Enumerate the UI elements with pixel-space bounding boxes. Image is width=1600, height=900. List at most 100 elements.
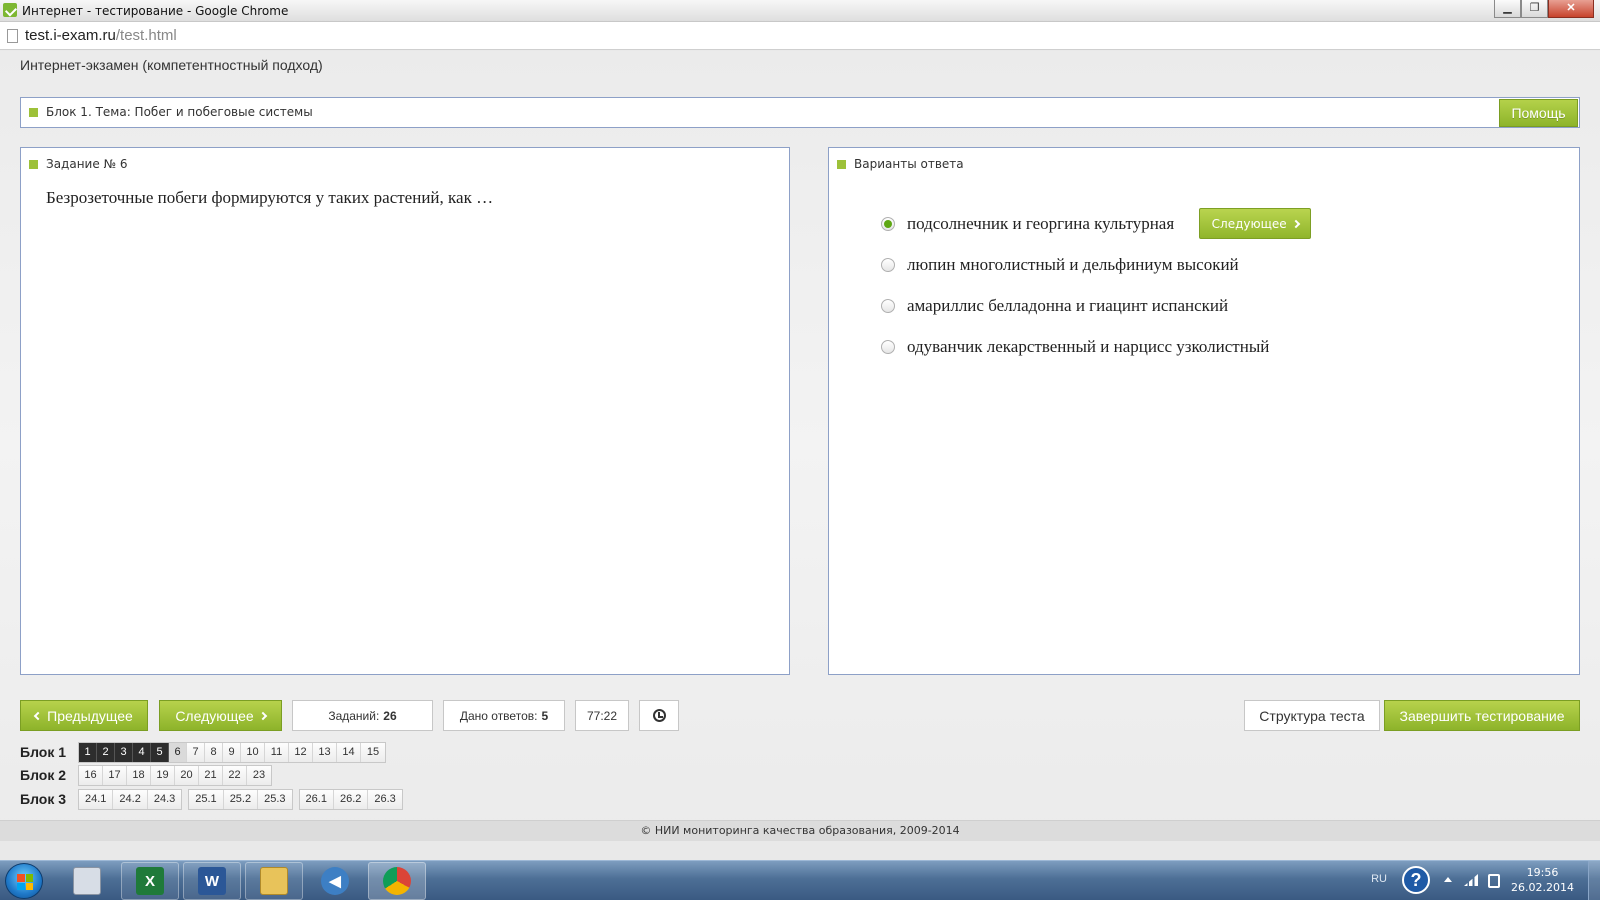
question-number[interactable]: 12 <box>289 742 313 762</box>
question-group: 16 17 18 19 20 21 22 23 <box>78 764 272 786</box>
question-number[interactable]: 14 <box>337 742 361 762</box>
next-inline-button[interactable]: Следующее <box>1199 208 1312 239</box>
taskbar-media[interactable]: ◀ <box>306 862 364 900</box>
block-topic: Блок 1. Тема: Побег и побеговые системы <box>29 105 313 119</box>
help-button[interactable]: Помощь <box>1499 99 1578 127</box>
url-path: /test.html <box>115 27 177 44</box>
answer-text[interactable]: одуванчик лекарственный и нарцисс узколи… <box>907 337 1269 357</box>
folder-icon <box>260 867 288 895</box>
url-host: test.i-exam.ru <box>25 27 116 44</box>
answer-radio[interactable] <box>881 339 895 354</box>
question-number[interactable]: 24.3 <box>147 789 182 809</box>
answer-text[interactable]: подсолнечник и георгина культурная <box>907 214 1174 234</box>
question-number[interactable]: 21 <box>199 765 223 785</box>
question-number[interactable]: 7 <box>187 742 205 762</box>
previous-button[interactable]: Предыдущее <box>20 700 148 731</box>
show-desktop-button[interactable] <box>1588 861 1600 900</box>
question-number[interactable]: 24.1 <box>79 789 114 809</box>
tasks-count-label: Заданий: <box>328 708 380 723</box>
question-number[interactable]: 25.2 <box>223 789 259 809</box>
answer-option[interactable]: подсолнечник и георгина культурная Следу… <box>881 203 1312 244</box>
network-signal-icon[interactable] <box>1464 874 1478 886</box>
answer-options: подсолнечник и георгина культурная Следу… <box>881 203 1312 367</box>
minimize-icon: ▁ <box>1503 2 1512 14</box>
taskbar: X W ◀ RU ? 19:56 26.02.2014 <box>0 860 1600 900</box>
timer: 77:22 <box>575 700 629 731</box>
question-number[interactable]: 8 <box>205 742 223 762</box>
answer-radio[interactable] <box>881 298 895 313</box>
tasks-count-value: 26 <box>383 708 397 723</box>
question-number[interactable]: 26.2 <box>333 789 369 809</box>
answer-option[interactable]: люпин многолистный и дельфиниум высокий <box>881 244 1311 285</box>
address-bar[interactable]: test.i-exam.ru/test.html <box>0 22 1600 50</box>
tray-date: 26.02.2014 <box>1511 881 1574 894</box>
answer-radio[interactable] <box>881 257 895 272</box>
question-number[interactable]: 13 <box>313 742 337 762</box>
taskbar-chrome[interactable] <box>368 862 426 900</box>
close-button[interactable]: ✕ <box>1548 0 1594 18</box>
answer-text[interactable]: амариллис белладонна и гиацинт испанский <box>907 296 1228 316</box>
language-indicator[interactable]: RU <box>1371 873 1387 885</box>
block-label: Блок 1 <box>20 744 67 760</box>
next-button[interactable]: Следующее <box>159 700 282 731</box>
window-title: Интернет - тестирование - Google Chrome <box>22 4 289 18</box>
help-tray-icon[interactable]: ? <box>1402 866 1430 894</box>
answer-radio-selected[interactable] <box>881 216 895 231</box>
page-icon <box>7 29 18 43</box>
question-number[interactable]: 23 <box>247 765 271 785</box>
minimize-button[interactable]: ▁ <box>1494 0 1521 18</box>
answers-header-label: Варианты ответа <box>854 157 964 171</box>
answered-count-value: 5 <box>541 708 549 723</box>
chevron-right-icon <box>1291 219 1300 228</box>
question-number[interactable]: 24.2 <box>113 789 148 809</box>
task-panel: Задание № 6 Безрозеточные побеги формиру… <box>20 147 790 675</box>
question-number[interactable]: 25.3 <box>258 789 292 809</box>
question-number[interactable]: 20 <box>175 765 199 785</box>
taskbar-word[interactable]: W <box>183 862 241 900</box>
question-number[interactable]: 26.1 <box>299 789 334 809</box>
question-number[interactable]: 10 <box>241 742 265 762</box>
bullet-square-icon <box>837 160 846 169</box>
question-number[interactable]: 5 <box>151 742 169 762</box>
block-label: Блок 3 <box>20 791 67 807</box>
timer-toggle-button[interactable] <box>639 700 679 731</box>
question-number[interactable]: 15 <box>361 742 385 762</box>
tray-clock[interactable]: 19:56 26.02.2014 <box>1511 865 1574 895</box>
taskbar-explorer[interactable] <box>245 862 303 900</box>
start-button[interactable] <box>5 863 43 899</box>
question-number[interactable]: 16 <box>79 765 103 785</box>
answer-option[interactable]: одуванчик лекарственный и нарцисс узколи… <box>881 326 1311 367</box>
question-number[interactable]: 1 <box>79 742 97 762</box>
question-number[interactable]: 17 <box>103 765 127 785</box>
windows-logo-icon <box>17 874 33 890</box>
question-number[interactable]: 25.1 <box>189 789 224 809</box>
power-icon[interactable] <box>1488 874 1500 888</box>
question-number[interactable]: 11 <box>265 742 289 762</box>
finish-test-button[interactable]: Завершить тестирование <box>1384 700 1580 731</box>
question-number[interactable]: 2 <box>97 742 115 762</box>
taskbar-excel[interactable]: X <box>121 862 179 900</box>
question-number[interactable]: 19 <box>151 765 175 785</box>
question-number[interactable]: 22 <box>223 765 247 785</box>
next-inline-label: Следующее <box>1211 216 1287 231</box>
taskbar-calculator[interactable] <box>58 862 116 900</box>
show-hidden-icons-icon[interactable] <box>1444 877 1452 882</box>
answers-header: Варианты ответа <box>837 157 964 171</box>
chevron-right-icon <box>258 711 267 720</box>
question-number[interactable]: 4 <box>133 742 151 762</box>
url[interactable]: test.i-exam.ru/test.html <box>25 27 177 44</box>
block-topic-label: Блок 1. Тема: Побег и побеговые системы <box>46 105 313 119</box>
question-number-current[interactable]: 6 <box>169 742 187 762</box>
question-number[interactable]: 26.3 <box>368 789 402 809</box>
block-topic-bar: Блок 1. Тема: Побег и побеговые системы … <box>20 97 1580 128</box>
restore-button[interactable]: ❐ <box>1521 0 1548 18</box>
answer-option[interactable]: амариллис белладонна и гиацинт испанский <box>881 285 1311 326</box>
bullet-square-icon <box>29 160 38 169</box>
page-footer: © НИИ мониторинга качества образования, … <box>0 820 1600 841</box>
question-number[interactable]: 9 <box>223 742 241 762</box>
answer-text[interactable]: люпин многолистный и дельфиниум высокий <box>907 255 1239 275</box>
test-structure-button[interactable]: Структура теста <box>1244 700 1380 731</box>
question-number[interactable]: 18 <box>127 765 151 785</box>
question-number[interactable]: 3 <box>115 742 133 762</box>
excel-icon: X <box>136 867 164 895</box>
